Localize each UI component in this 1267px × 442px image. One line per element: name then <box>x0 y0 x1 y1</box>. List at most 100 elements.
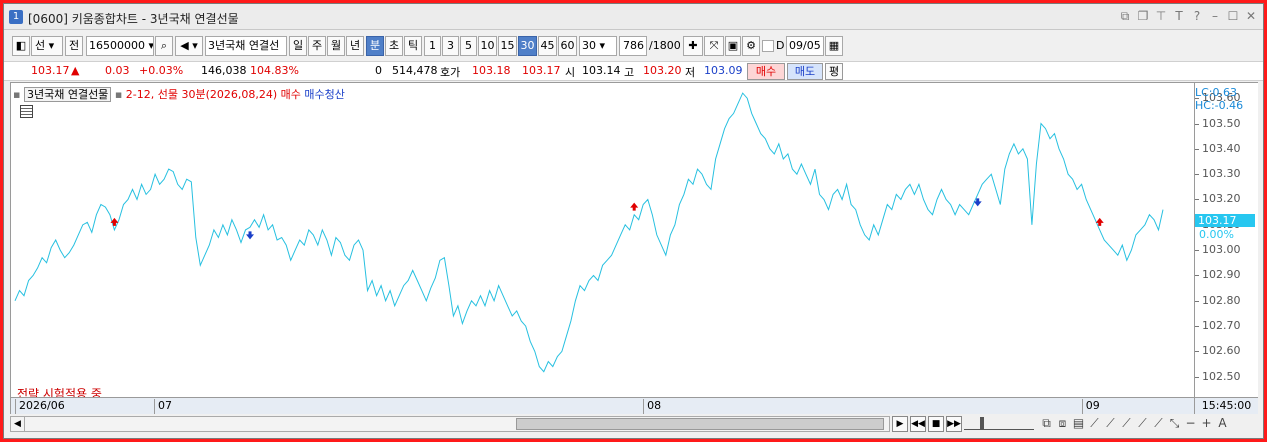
period-month-button[interactable]: 월 <box>327 36 345 56</box>
high-label: 고 <box>624 66 635 79</box>
crosshair-icon[interactable]: ✚ <box>683 36 703 56</box>
interval-select-value: 30 <box>582 39 596 52</box>
copy-window-icon[interactable]: ❐ <box>1137 9 1149 24</box>
quote-bar: 103.17 ▲ 0.03 +0.03% 146,038 104.83% 0 5… <box>4 61 1263 81</box>
even-button[interactable]: 평 <box>825 63 843 80</box>
period-second-button[interactable]: 초 <box>385 36 403 56</box>
lc-hc-labels: LC:0.63 HC:-0.46 <box>1195 86 1243 112</box>
gear-icon[interactable]: ⚙ <box>742 36 760 56</box>
stop-icon[interactable]: ■ <box>928 416 944 432</box>
title-bar: 1 [0600] 키움종합차트 - 3년국채 연결선물 ⧉ ❐ ⊤ T ? – … <box>4 4 1263 30</box>
interval-15-button[interactable]: 15 <box>498 36 517 56</box>
arrow-tool-icon[interactable]: ⟋ <box>1152 416 1165 431</box>
close-icon[interactable]: ✕ <box>1245 9 1257 24</box>
zoom-slider-knob[interactable] <box>980 417 984 429</box>
price-series-line <box>14 92 1164 373</box>
date-input[interactable]: 09/05 <box>786 36 824 56</box>
date-checkbox[interactable] <box>762 40 774 52</box>
y-tick-label: 103.30 <box>1195 167 1241 181</box>
period-minute-button[interactable]: 분 <box>366 36 384 56</box>
trendline-icon[interactable]: ⟋ <box>1088 416 1101 431</box>
market-select-value: 선 <box>35 39 46 52</box>
period-week-button[interactable]: 주 <box>308 36 326 56</box>
legend-exit: 매수청산 <box>304 88 345 101</box>
zoom-in-icon[interactable]: + <box>1200 416 1213 431</box>
compare-icon[interactable]: ⧈ <box>1056 416 1069 431</box>
lc-label: LC:0.63 <box>1195 86 1238 99</box>
bid-price: 103.17 <box>522 64 561 77</box>
chart-scrollbar[interactable]: ◀ <box>10 416 890 432</box>
play-icon[interactable]: ▶ <box>892 416 908 432</box>
zoom-slider[interactable] <box>964 417 1034 430</box>
window-number-badge[interactable]: 1 <box>9 10 23 24</box>
legend-marker: ▪ <box>13 88 21 101</box>
volume-ratio: 104.83% <box>250 64 299 77</box>
fast-forward-icon[interactable]: ▶▶ <box>946 416 962 432</box>
y-tick-label: 102.80 <box>1195 293 1241 307</box>
minimize-icon[interactable]: – <box>1209 9 1221 24</box>
sell-button[interactable]: 매도 <box>787 63 823 80</box>
period-day-button[interactable]: 일 <box>289 36 307 56</box>
price-chart[interactable]: ▪ 3년국채 연결선물 ▪ 2-12, 선물 30분(2026,08,24) 매… <box>10 82 1258 414</box>
y-tick-label: 102.50 <box>1195 369 1241 383</box>
buy-button[interactable]: 매수 <box>747 63 785 80</box>
interval-5-button[interactable]: 5 <box>460 36 477 56</box>
plot-area[interactable] <box>11 83 1194 397</box>
fib-icon[interactable]: ⟋ <box>1136 416 1149 431</box>
count-input[interactable]: 786 <box>619 36 647 56</box>
open-interest: 514,478 <box>392 64 438 77</box>
market-select[interactable]: 선 ▾ <box>31 36 63 56</box>
maximize-icon[interactable]: ☐ <box>1227 9 1239 24</box>
scroll-left-icon[interactable]: ◀ <box>11 417 25 431</box>
interval-10-button[interactable]: 10 <box>478 36 497 56</box>
help-icon[interactable]: ? <box>1191 9 1203 24</box>
volume: 146,038 <box>201 64 247 77</box>
hline-icon[interactable]: ⟋ <box>1104 416 1117 431</box>
interval-3-button[interactable]: 3 <box>442 36 459 56</box>
legend-series-name[interactable]: 3년국채 연결선물 <box>23 87 112 102</box>
y-tick-label: 102.60 <box>1195 344 1241 358</box>
period-tick-button[interactable]: 틱 <box>404 36 422 56</box>
pin-icon[interactable]: ⊤ <box>1155 9 1167 24</box>
interval-30-button[interactable]: 30 <box>518 36 537 56</box>
bid-label: 호가 <box>440 66 461 79</box>
indicator-icon[interactable]: ▤ <box>1072 416 1085 431</box>
calculator-icon[interactable] <box>20 105 33 118</box>
scroll-thumb[interactable] <box>516 418 884 430</box>
chart-layout-icon[interactable]: ◧ <box>12 36 30 56</box>
save-icon[interactable]: ▣ <box>725 36 741 56</box>
period-year-button[interactable]: 년 <box>346 36 364 56</box>
chart-navigation: ▶ ◀◀ ■ ▶▶ <box>892 416 962 432</box>
y-tick-label: 102.70 <box>1195 319 1241 333</box>
interval-1-button[interactable]: 1 <box>424 36 441 56</box>
overlay-icon[interactable]: ⧉ <box>1040 416 1053 431</box>
interval-select[interactable]: 30 ▾ <box>579 36 617 56</box>
interval-45-button[interactable]: 45 <box>538 36 557 56</box>
interval-60-button[interactable]: 60 <box>558 36 577 56</box>
search-icon[interactable]: ⌕ <box>155 36 173 56</box>
y-tick-label: 103.20 <box>1195 192 1241 206</box>
x-axis[interactable]: 2026/06 07 08 09 <box>11 397 1194 414</box>
speaker-icon[interactable]: ◀ ▾ <box>175 36 203 56</box>
cursor-icon[interactable]: ⤡ <box>1168 416 1181 431</box>
chart-tools: ⧉ ⧈ ▤ ⟋ ⟋ ⟋ ⟋ ⟋ ⤡ − + A <box>1040 416 1229 431</box>
ray-icon[interactable]: ⟋ <box>1120 416 1133 431</box>
zoom-reset-icon[interactable]: ⤧ <box>704 36 724 56</box>
date-checkbox-label: D <box>776 39 785 52</box>
x-tick-label: 09 <box>1081 399 1100 414</box>
code-input[interactable]: 16500000 ▾ <box>86 36 154 56</box>
prev-button[interactable]: 전 <box>65 36 83 56</box>
current-price-marker: 103.17 <box>1195 214 1255 227</box>
zoom-out-icon[interactable]: − <box>1184 416 1197 431</box>
chart-legend: ▪ 3년국채 연결선물 ▪ 2-12, 선물 30분(2026,08,24) 매… <box>13 86 345 102</box>
x-tick-label: 07 <box>153 399 172 414</box>
price-change: 0.03 <box>105 64 130 77</box>
text-icon[interactable]: T <box>1173 9 1185 24</box>
calendar-icon[interactable]: ▦ <box>825 36 843 56</box>
legend-marker-2: ▪ <box>114 88 123 101</box>
current-price: 103.17 <box>31 64 70 77</box>
restore-down-icon[interactable]: ⧉ <box>1119 9 1131 24</box>
rewind-icon[interactable]: ◀◀ <box>910 416 926 432</box>
product-name-field: 3년국채 연결선 <box>205 36 287 56</box>
font-size-icon[interactable]: A <box>1216 416 1229 431</box>
